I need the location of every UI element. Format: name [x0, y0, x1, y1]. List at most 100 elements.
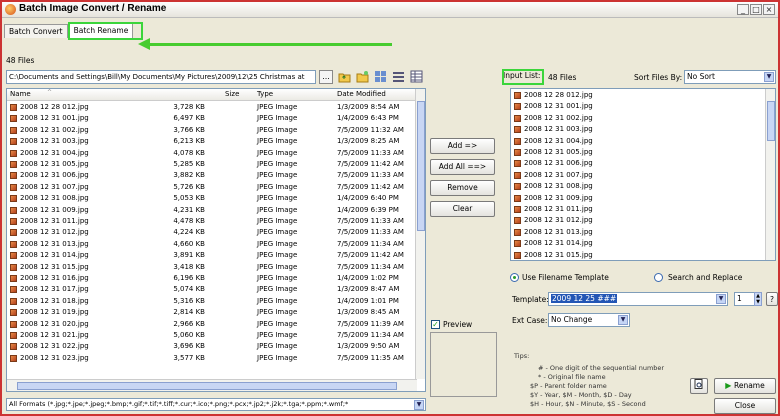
table-row[interactable]: 2008 12 31 013.jpg 4,660 KB JPEG Image 7/5/… [7, 239, 415, 250]
file-browser-list[interactable]: Name ^ Size Type Date Modified 2008 12 2… [6, 88, 426, 392]
thumbnails-view-icon[interactable] [374, 70, 387, 83]
file-date: 7/5/2009 11:42 AM [337, 251, 404, 260]
input-file-list[interactable]: 2008 12 28 012.jpg 2008 12 31 001.jpg 2008… [510, 88, 776, 261]
col-type-header[interactable]: Type [257, 90, 273, 98]
list-item[interactable]: 2008 12 31 006.jpg [511, 158, 761, 169]
list-item[interactable]: 2008 12 31 011.jpg [511, 204, 761, 215]
list-item[interactable]: 2008 12 31 002.jpg [511, 113, 761, 124]
list-item[interactable]: 2008 12 31 009.jpg [511, 193, 761, 204]
list-view-icon[interactable] [392, 70, 405, 83]
clear-button[interactable]: Clear [430, 201, 495, 217]
table-row[interactable]: 2008 12 31 005.jpg 5,285 KB JPEG Image 7/5/… [7, 159, 415, 170]
file-name: 2008 12 31 007.jpg [524, 170, 593, 179]
table-row[interactable]: 2008 12 31 016.jpg 6,196 KB JPEG Image 1/4/… [7, 273, 415, 284]
scroll-thumb[interactable] [17, 382, 397, 390]
search-replace-radio[interactable] [654, 273, 663, 282]
folder-path-field[interactable]: C:\Documents and Settings\Bill\My Docume… [6, 70, 316, 84]
template-input[interactable]: 2009 12 25 ### ▼ [548, 292, 728, 306]
list-item[interactable]: 2008 12 31 013.jpg [511, 227, 761, 238]
file-name: 2008 12 31 015.jpg [20, 262, 89, 271]
table-row[interactable]: 2008 12 31 006.jpg 3,882 KB JPEG Image 7/5/… [7, 170, 415, 181]
list-horizontal-scrollbar[interactable] [7, 379, 417, 391]
table-row[interactable]: 2008 12 31 015.jpg 3,418 KB JPEG Image 7/5/… [7, 262, 415, 273]
use-template-radio[interactable] [510, 273, 519, 282]
browse-button[interactable]: ... [319, 70, 333, 84]
minimize-button[interactable]: _ [737, 4, 749, 15]
chevron-down-icon[interactable]: ▼ [764, 72, 774, 82]
table-row[interactable]: 2008 12 31 012.jpg 4,224 KB JPEG Image 7/5/… [7, 227, 415, 238]
list-item[interactable]: 2008 12 31 005.jpg [511, 147, 761, 158]
scroll-thumb[interactable] [417, 101, 425, 231]
help-button[interactable]: ? [766, 292, 778, 306]
table-row[interactable]: 2008 12 28 012.jpg 3,728 KB JPEG Image 1/3/… [7, 102, 415, 113]
details-view-icon[interactable] [410, 70, 423, 83]
maximize-button[interactable]: □ [750, 4, 762, 15]
list-vertical-scrollbar[interactable] [415, 89, 425, 379]
table-row[interactable]: 2008 12 31 008.jpg 5,053 KB JPEG Image 1/4/… [7, 193, 415, 204]
file-name: 2008 12 31 002.jpg [20, 125, 89, 134]
add-button[interactable]: Add => [430, 138, 495, 154]
table-row[interactable]: 2008 12 31 009.jpg 4,231 KB JPEG Image 1/4/… [7, 205, 415, 216]
table-row[interactable]: 2008 12 31 022.jpg 3,696 KB JPEG Image 1/3/… [7, 341, 415, 352]
file-name: 2008 12 31 015.jpg [524, 250, 593, 259]
table-row[interactable]: 2008 12 31 018.jpg 5,316 KB JPEG Image 1/4/… [7, 296, 415, 307]
page-search-icon [694, 379, 703, 389]
close-window-button[interactable]: × [763, 4, 775, 15]
tab-batch-convert[interactable]: Batch Convert [4, 24, 68, 38]
col-date-header[interactable]: Date Modified [337, 90, 386, 98]
col-size-header[interactable]: Size [225, 90, 239, 98]
folder-up-icon[interactable] [338, 70, 351, 83]
list-item[interactable]: 2008 12 31 004.jpg [511, 136, 761, 147]
jpeg-file-icon [10, 115, 17, 123]
table-row[interactable]: 2008 12 31 003.jpg 6,213 KB JPEG Image 1/3/… [7, 136, 415, 147]
file-name: 2008 12 31 017.jpg [20, 285, 89, 294]
close-button[interactable]: Close [714, 398, 776, 414]
format-filter-select[interactable]: All Formats (*.jpg;*.jpe;*.jpeg;*.bmp;*.… [6, 398, 426, 411]
file-size: 5,053 KB [173, 194, 205, 203]
table-row[interactable]: 2008 12 31 017.jpg 5,074 KB JPEG Image 1/3/… [7, 284, 415, 295]
number-spinner[interactable]: ▲ ▼ [754, 292, 762, 306]
table-row[interactable]: 2008 12 31 002.jpg 3,766 KB JPEG Image 7/5/… [7, 125, 415, 136]
table-row[interactable]: 2008 12 31 011.jpg 4,478 KB JPEG Image 7/5/… [7, 216, 415, 227]
list-item[interactable]: 2008 12 31 003.jpg [511, 124, 761, 135]
input-list-scrollbar[interactable] [765, 89, 775, 260]
ext-case-select[interactable]: No Change ▼ [548, 313, 630, 327]
list-item[interactable]: 2008 12 31 012.jpg [511, 215, 761, 226]
list-item[interactable]: 2008 12 31 001.jpg [511, 101, 761, 112]
col-name-header[interactable]: Name [10, 90, 31, 98]
file-type: JPEG Image [257, 205, 298, 214]
preview-checkbox[interactable]: ✓ [431, 320, 440, 329]
jpeg-file-icon [514, 240, 521, 248]
sort-select[interactable]: No Sort ▼ [684, 70, 776, 84]
file-type: JPEG Image [257, 137, 298, 146]
jpeg-file-icon [10, 354, 17, 362]
table-row[interactable]: 2008 12 31 001.jpg 6,497 KB JPEG Image 1/4/… [7, 113, 415, 124]
rename-button[interactable]: ▶ Rename [714, 378, 776, 394]
remove-button[interactable]: Remove [430, 180, 495, 196]
list-item[interactable]: 2008 12 31 014.jpg [511, 238, 761, 249]
add-all-button[interactable]: Add All ==> [430, 159, 495, 175]
table-row[interactable]: 2008 12 31 007.jpg 5,726 KB JPEG Image 7/5/… [7, 182, 415, 193]
table-row[interactable]: 2008 12 31 019.jpg 2,814 KB JPEG Image 1/3/… [7, 307, 415, 318]
file-size: 4,224 KB [173, 228, 205, 237]
file-type: JPEG Image [257, 239, 298, 248]
chevron-down-icon[interactable]: ▼ [716, 294, 726, 304]
list-item[interactable]: 2008 12 31 007.jpg [511, 170, 761, 181]
jpeg-file-icon [10, 252, 17, 260]
table-row[interactable]: 2008 12 31 023.jpg 3,577 KB JPEG Image 7/5/… [7, 353, 415, 364]
table-row[interactable]: 2008 12 31 014.jpg 3,891 KB JPEG Image 7/5/… [7, 250, 415, 261]
chevron-down-icon[interactable]: ▼ [414, 400, 424, 410]
table-row[interactable]: 2008 12 31 021.jpg 5,060 KB JPEG Image 7/5/… [7, 330, 415, 341]
chevron-down-icon[interactable]: ▼ [618, 315, 628, 325]
file-date: 1/4/2009 1:01 PM [337, 296, 399, 305]
table-row[interactable]: 2008 12 31 004.jpg 4,078 KB JPEG Image 7/5/… [7, 148, 415, 159]
file-size: 2,966 KB [173, 319, 205, 328]
list-item[interactable]: 2008 12 31 008.jpg [511, 181, 761, 192]
new-folder-icon[interactable] [356, 70, 369, 83]
list-item[interactable]: 2008 12 28 012.jpg [511, 90, 761, 101]
preview-page-button[interactable] [690, 378, 708, 394]
jpeg-file-icon [10, 218, 17, 225]
scroll-thumb[interactable] [767, 101, 775, 141]
list-item[interactable]: 2008 12 31 015.jpg [511, 250, 761, 260]
table-row[interactable]: 2008 12 31 020.jpg 2,966 KB JPEG Image 7/5/… [7, 319, 415, 330]
